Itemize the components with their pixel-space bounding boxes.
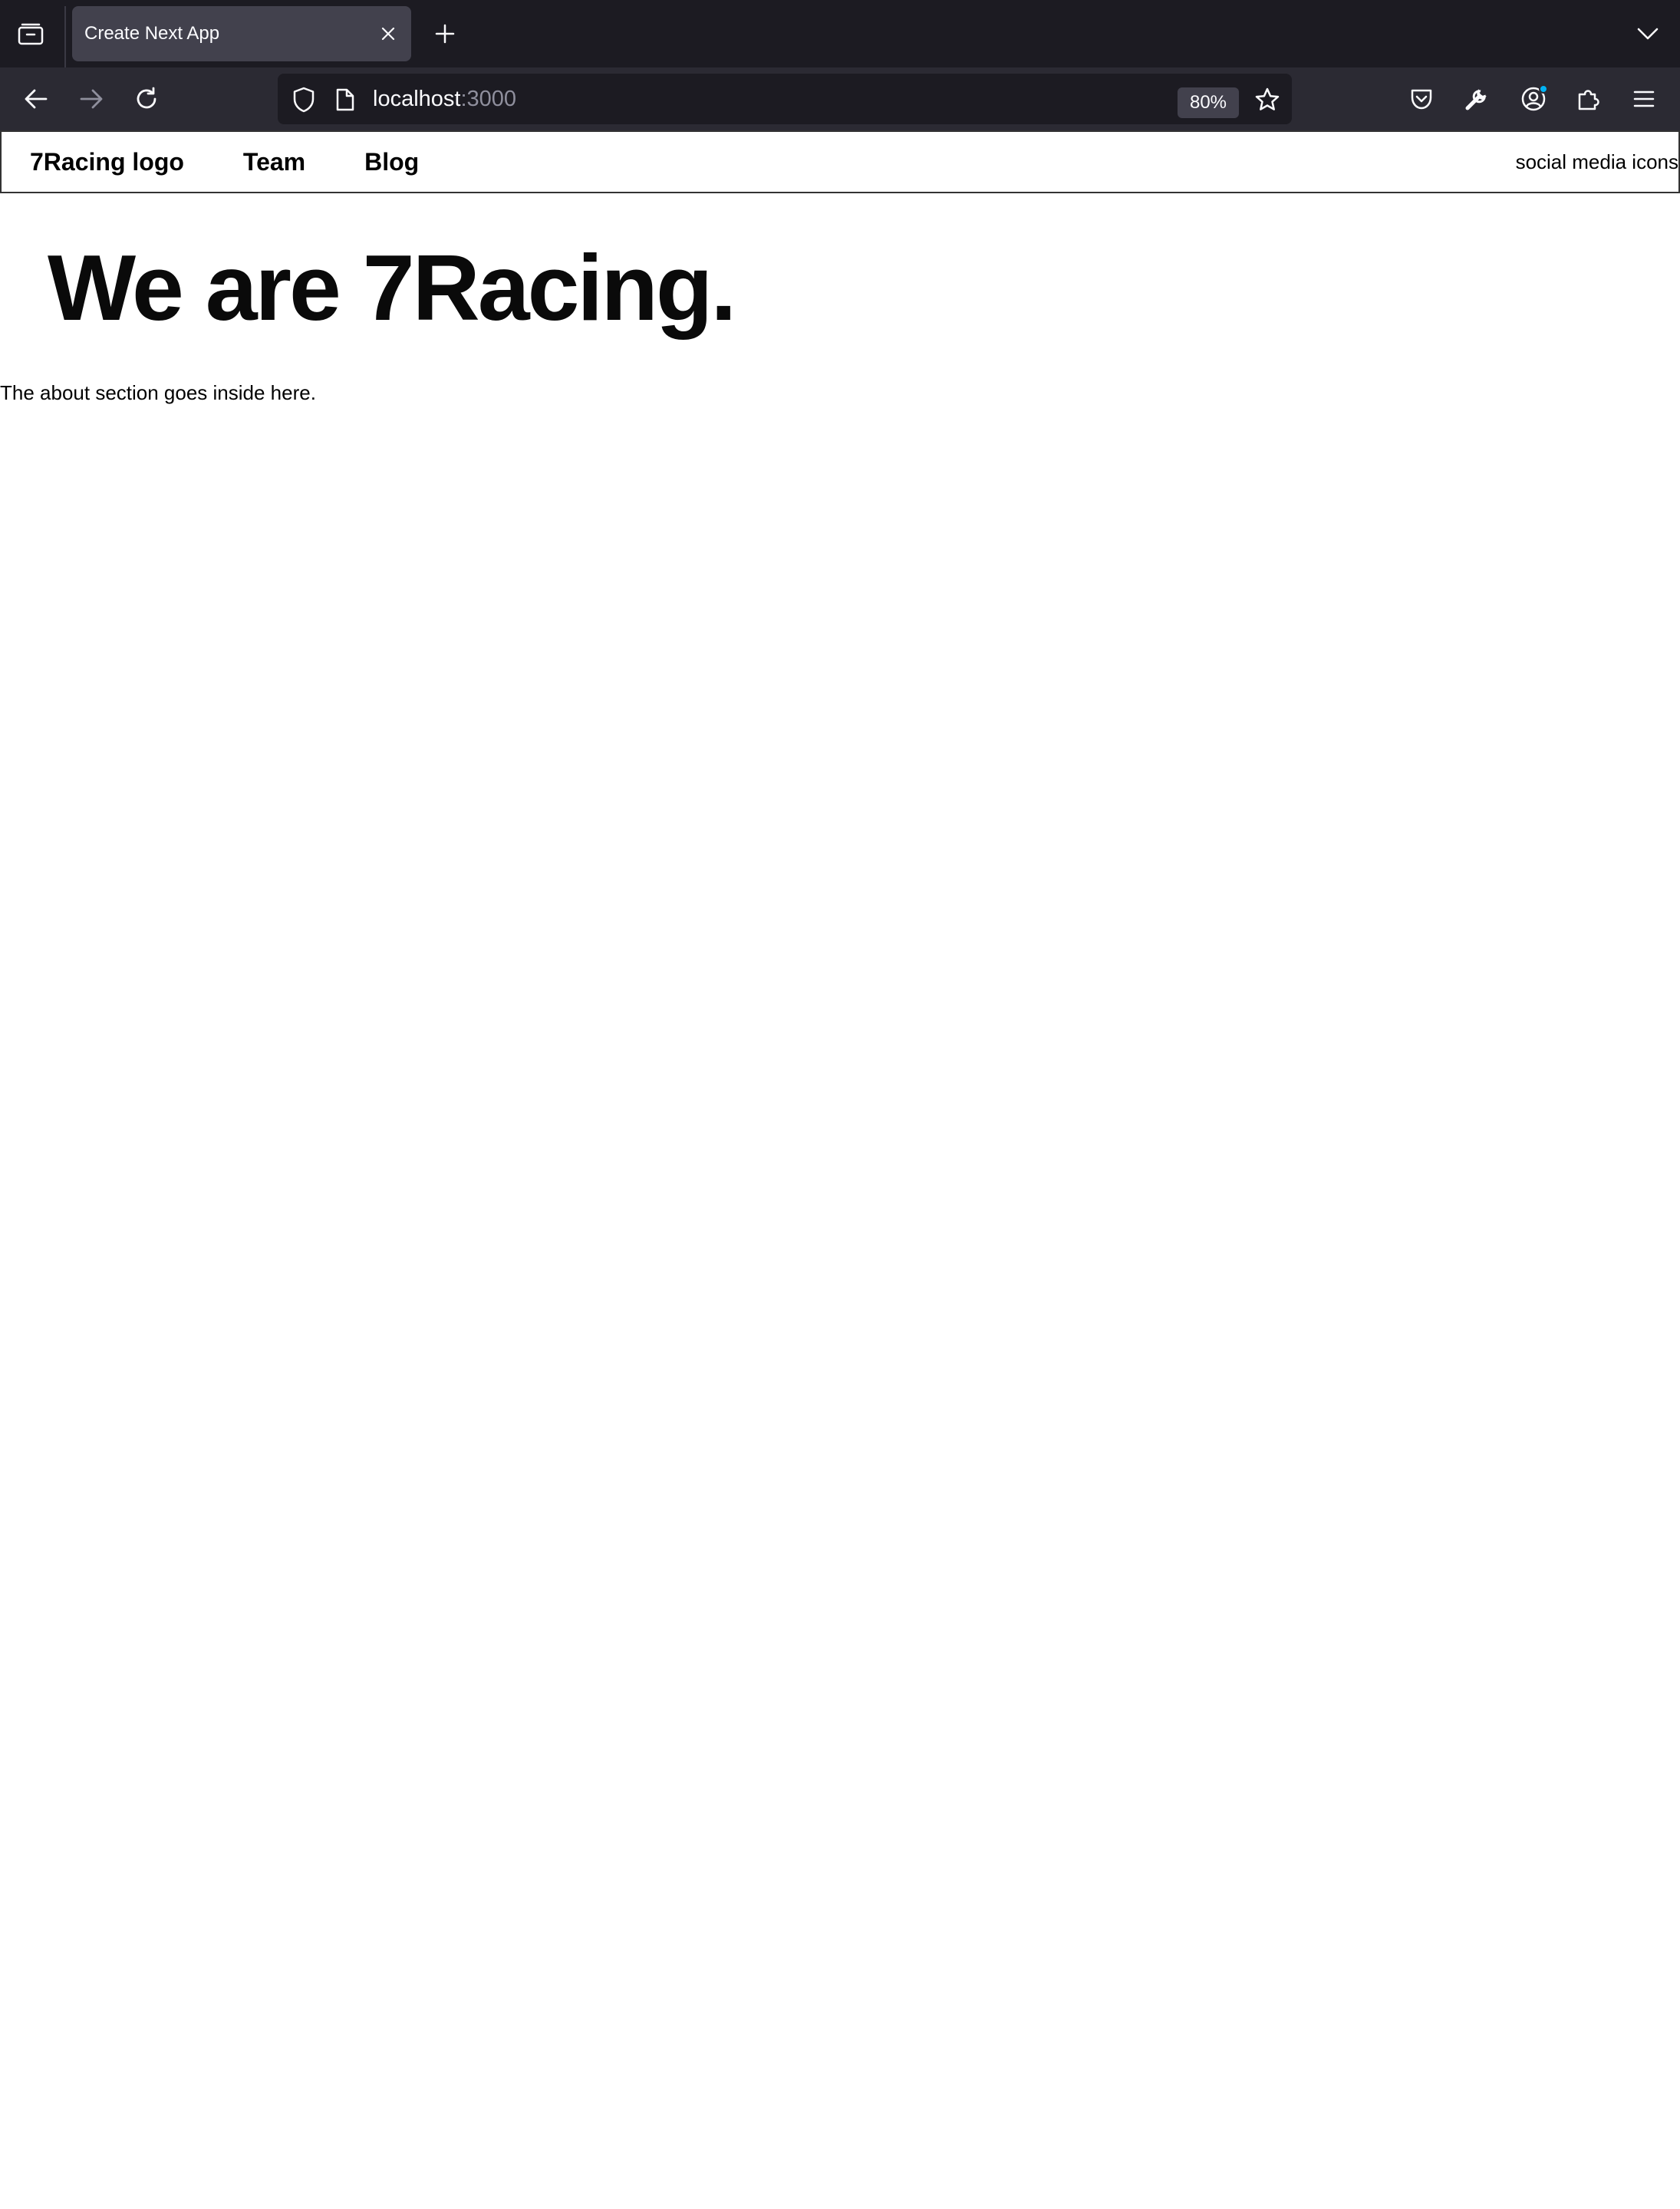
about-section-text: The about section goes inside here. <box>0 381 316 404</box>
site-header: 7Racing logo Team Blog social media icon… <box>0 130 1680 193</box>
arrow-left-icon[interactable] <box>17 80 55 118</box>
hamburger-menu-icon[interactable] <box>1625 80 1663 118</box>
url-text[interactable]: localhost:3000 <box>373 74 516 124</box>
url-port: :3000 <box>460 87 517 111</box>
close-icon[interactable] <box>374 20 402 48</box>
notification-dot <box>1539 84 1548 94</box>
plus-icon[interactable] <box>430 18 460 49</box>
browser-tab-active[interactable]: Create Next App <box>72 6 411 61</box>
nav-link-blog[interactable]: Blog <box>364 148 419 176</box>
hero-title: We are 7Racing. <box>48 235 736 340</box>
site-nav: 7Racing logo Team Blog <box>30 132 478 192</box>
zoom-level-button[interactable]: 80% <box>1178 87 1239 118</box>
puzzle-icon[interactable] <box>1570 80 1608 118</box>
account-icon[interactable] <box>1514 80 1553 118</box>
nav-link-team[interactable]: Team <box>243 148 305 176</box>
page-icon[interactable] <box>330 84 361 115</box>
social-media-icons[interactable]: social media icons <box>1516 132 1678 192</box>
tab-strip-divider <box>64 6 66 67</box>
browser-toolbar: localhost:3000 80% <box>0 67 1680 130</box>
arrow-right-icon[interactable] <box>72 80 110 118</box>
url-bar[interactable]: localhost:3000 80% <box>278 74 1292 124</box>
tab-overview-icon[interactable] <box>14 20 48 48</box>
browser-tab-strip: Create Next App <box>0 0 1680 67</box>
shield-icon[interactable] <box>288 84 319 115</box>
url-host: localhost <box>373 87 461 111</box>
reload-icon[interactable] <box>127 80 166 118</box>
wrench-icon[interactable] <box>1458 80 1496 118</box>
tab-title: Create Next App <box>84 23 220 44</box>
pocket-icon[interactable] <box>1402 80 1441 118</box>
chevron-down-icon[interactable] <box>1631 17 1665 51</box>
star-icon[interactable] <box>1250 83 1284 117</box>
site-logo-link[interactable]: 7Racing logo <box>30 148 184 176</box>
